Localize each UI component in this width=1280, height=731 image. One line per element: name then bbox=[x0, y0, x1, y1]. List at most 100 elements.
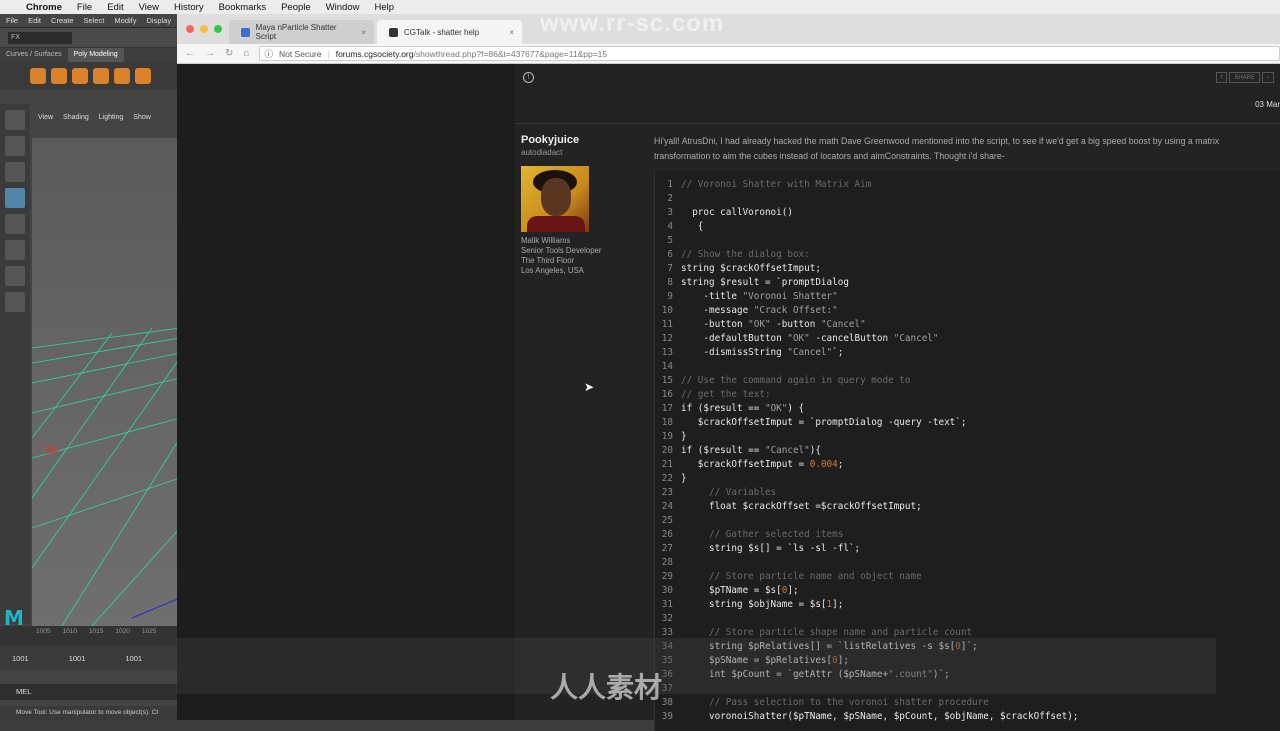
code-line: 1 // Voronoi Shatter with Matrix Aim bbox=[655, 179, 1280, 193]
poly-cube-icon[interactable] bbox=[51, 68, 67, 84]
code-token: string $s[] = `ls -sl -fl`; bbox=[681, 543, 861, 554]
menu-help[interactable]: Help bbox=[374, 2, 394, 13]
lasso-tool-icon[interactable] bbox=[5, 136, 25, 156]
shelf-tab-curves-surfaces[interactable]: Curves / Surfaces bbox=[0, 48, 68, 62]
maya-menu-select[interactable]: Select bbox=[84, 16, 105, 25]
share-button[interactable]: SHARE bbox=[1229, 72, 1260, 83]
info-icon[interactable]: ! bbox=[523, 72, 534, 83]
code-token: `; bbox=[832, 347, 844, 358]
code-line: 14 bbox=[655, 361, 1280, 375]
poly-torus-icon[interactable] bbox=[114, 68, 130, 84]
code-token: $crackOffsetImput = `promptDialog -query… bbox=[681, 417, 967, 428]
zoom-window-icon[interactable] bbox=[214, 25, 222, 33]
viewport-menu-view[interactable]: View bbox=[38, 114, 53, 126]
tab-cgtalk[interactable]: CGTalk - shatter help × bbox=[377, 20, 522, 44]
code-line: 13 -dismissString "Cancel" `; bbox=[655, 347, 1280, 361]
url-path: /showthread.php?f=86&t=437677&page=11&pp… bbox=[413, 48, 608, 59]
line-number: 4 bbox=[667, 221, 673, 232]
code-line: 8 string $result = `promptDialog bbox=[655, 277, 1280, 291]
author-company: The Third Floor bbox=[521, 256, 575, 265]
mouse-cursor-icon: ➤ bbox=[584, 380, 595, 394]
end-frame-field[interactable]: 1001 bbox=[125, 654, 142, 663]
menu-chrome[interactable]: Chrome bbox=[26, 2, 62, 13]
line-number: 9 bbox=[667, 291, 673, 302]
start-frame-field[interactable]: 1001 bbox=[69, 654, 86, 663]
viewport-menu-lighting[interactable]: Lighting bbox=[99, 114, 124, 126]
maya-viewport[interactable] bbox=[32, 138, 180, 626]
script-lang-label[interactable]: MEL bbox=[16, 687, 31, 696]
separator: | bbox=[327, 48, 330, 59]
code-token: // Store particle name and object name bbox=[681, 571, 922, 582]
viewport-menu-shading[interactable]: Shading bbox=[63, 114, 89, 126]
viewport-menu-show[interactable]: Show bbox=[133, 114, 151, 126]
poly-cylinder-icon[interactable] bbox=[72, 68, 88, 84]
layout-four-icon[interactable] bbox=[5, 292, 25, 312]
tab-close-icon[interactable]: × bbox=[509, 28, 514, 37]
timeline-tick: 1010 bbox=[62, 628, 77, 635]
author-name[interactable]: Pookyjuice bbox=[521, 134, 579, 146]
watermark-logo: 人人素材 bbox=[550, 672, 663, 703]
code-token: ]; bbox=[832, 599, 844, 610]
menu-people[interactable]: People bbox=[281, 2, 311, 13]
chrome-window: Maya nParticle Shatter Script × CGTalk -… bbox=[177, 14, 1280, 731]
code-line: 6 // Show the dialog box: bbox=[655, 249, 1280, 263]
code-line: 17 if ($result == "OK") { bbox=[655, 403, 1280, 417]
rotate-tool-icon[interactable] bbox=[5, 214, 25, 234]
home-icon[interactable]: ⌂ bbox=[243, 48, 249, 59]
menu-edit[interactable]: Edit bbox=[107, 2, 123, 13]
line-number: 15 bbox=[661, 375, 673, 386]
paint-tool-icon[interactable] bbox=[5, 162, 25, 182]
poly-sphere-icon[interactable] bbox=[30, 68, 46, 84]
code-token: "Crack Offset:" bbox=[753, 305, 838, 316]
minimize-window-icon[interactable] bbox=[200, 25, 208, 33]
post-header: ! f SHARE › 03 Mar bbox=[515, 64, 1280, 124]
code-token: "Cancel" bbox=[764, 445, 810, 456]
info-circle-icon[interactable]: ⓘ bbox=[264, 48, 273, 60]
facebook-icon[interactable]: f bbox=[1215, 72, 1228, 83]
maya-menu-edit[interactable]: Edit bbox=[28, 16, 41, 25]
mel-command-line[interactable]: MEL bbox=[0, 684, 180, 700]
back-icon[interactable]: ← bbox=[185, 48, 195, 59]
scale-tool-icon[interactable] bbox=[5, 240, 25, 260]
code-token: ) { bbox=[787, 403, 805, 414]
author-role: autodiadact bbox=[521, 148, 563, 157]
cgsociety-favicon-icon bbox=[389, 27, 398, 37]
move-tool-icon[interactable] bbox=[5, 188, 25, 208]
line-number: 6 bbox=[667, 249, 673, 260]
browser-toolbar: ← → ↻ ⌂ ⓘ Not Secure | forums.cgsociety.… bbox=[177, 44, 1280, 64]
maya-menu-create[interactable]: Create bbox=[51, 16, 74, 25]
tab-maya-nparticle[interactable]: Maya nParticle Shatter Script × bbox=[229, 20, 374, 44]
maya-menu-file[interactable]: File bbox=[6, 16, 18, 25]
menu-view[interactable]: View bbox=[139, 2, 159, 13]
code-line: 11 -button "OK" -button "Cancel" bbox=[655, 319, 1280, 333]
address-bar[interactable]: ⓘ Not Secure | forums.cgsociety.org/show… bbox=[259, 46, 1280, 61]
avatar bbox=[521, 166, 589, 232]
maya-mode-dropdown[interactable]: FX bbox=[8, 31, 72, 44]
maya-help-line: Move Tool: Use manipulator to move objec… bbox=[0, 706, 180, 720]
code-token: -button bbox=[770, 319, 821, 330]
shelf-tab-poly-modeling[interactable]: Poly Modeling bbox=[67, 48, 124, 62]
forward-icon[interactable]: → bbox=[205, 48, 215, 59]
close-window-icon[interactable] bbox=[186, 25, 194, 33]
reload-icon[interactable]: ↻ bbox=[225, 48, 233, 59]
code-token: } bbox=[681, 431, 687, 442]
security-label[interactable]: Not Secure bbox=[279, 49, 322, 59]
layout-single-icon[interactable] bbox=[5, 266, 25, 286]
menu-history[interactable]: History bbox=[174, 2, 204, 13]
current-frame-field[interactable]: 1001 bbox=[12, 654, 29, 663]
maya-menu-display[interactable]: Display bbox=[147, 16, 172, 25]
chevron-right-icon[interactable]: › bbox=[1262, 72, 1274, 83]
tab-close-icon[interactable]: × bbox=[361, 28, 366, 37]
maya-timeline[interactable]: 1005 1010 1015 1020 1025 bbox=[0, 626, 180, 646]
code-token: string $result = `promptDialog bbox=[681, 277, 849, 288]
code-token: // Show the dialog box: bbox=[681, 249, 810, 260]
maya-menu-modify[interactable]: Modify bbox=[114, 16, 136, 25]
menu-bookmarks[interactable]: Bookmarks bbox=[219, 2, 267, 13]
poly-cone-icon[interactable] bbox=[93, 68, 109, 84]
menu-file[interactable]: File bbox=[77, 2, 92, 13]
menu-window[interactable]: Window bbox=[326, 2, 360, 13]
line-number: 32 bbox=[661, 613, 673, 624]
poly-plane-icon[interactable] bbox=[135, 68, 151, 84]
line-number: 31 bbox=[661, 599, 673, 610]
select-tool-icon[interactable] bbox=[5, 110, 25, 130]
